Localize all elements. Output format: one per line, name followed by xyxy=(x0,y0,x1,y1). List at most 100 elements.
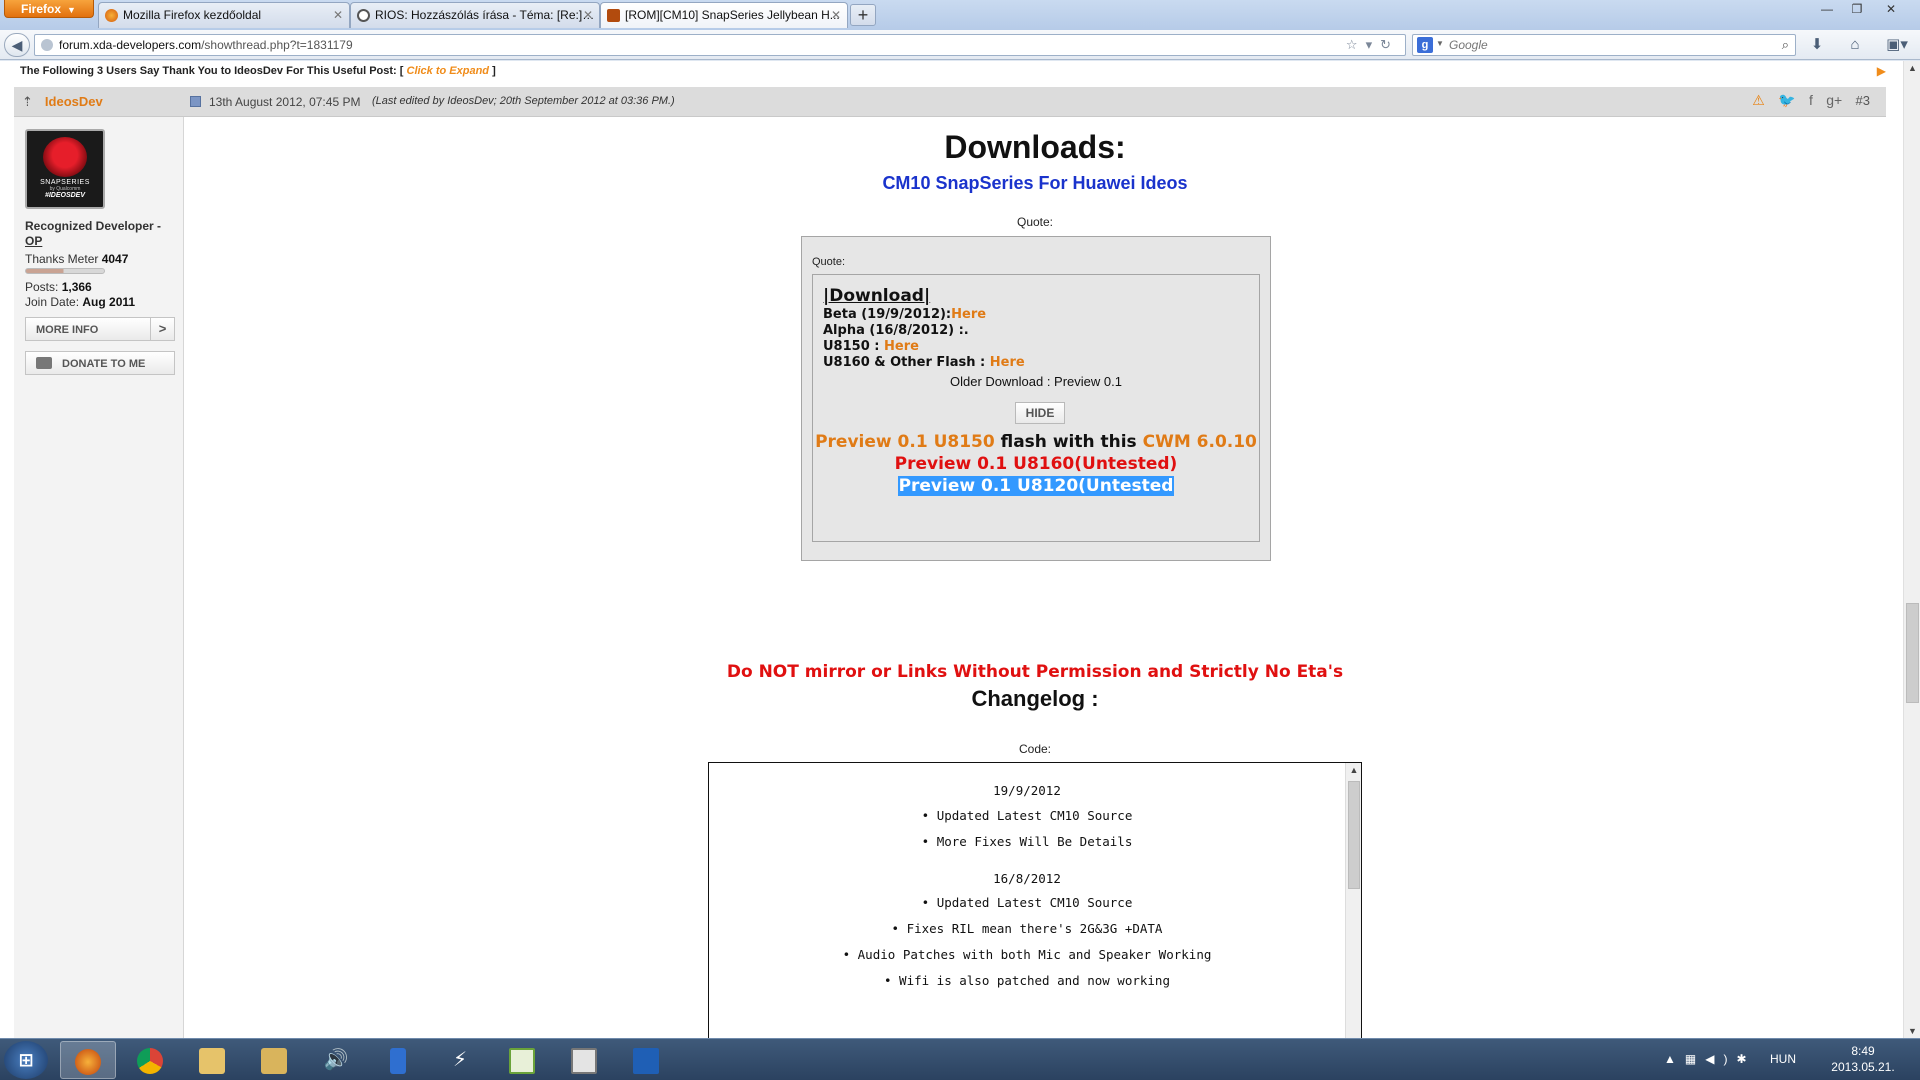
avatar-tag: #IDEOSDEV xyxy=(44,192,86,199)
post-tools: ⚠ 🐦 f g+ #3 xyxy=(1742,92,1870,109)
online-status-icon: ⇡ xyxy=(22,94,33,109)
thanks-meter-bar xyxy=(25,268,105,274)
volume-icon[interactable]: ◀) xyxy=(1705,1052,1736,1066)
thanks-meter-value: 4047 xyxy=(101,252,129,266)
phone-icon xyxy=(390,1047,406,1074)
donate-button[interactable]: DONATE TO ME xyxy=(25,351,175,375)
firefox-menu-button[interactable]: Firefox ▼ xyxy=(4,0,94,18)
google-plus-icon[interactable]: g+ xyxy=(1826,92,1842,108)
taskbar-flash-tool[interactable]: ⚡ xyxy=(432,1041,488,1079)
firefox-icon xyxy=(105,9,118,22)
changelog-code-box[interactable]: 19/9/2012 • Updated Latest CM10 Source •… xyxy=(708,762,1362,1038)
folder-icon xyxy=(199,1047,225,1074)
facebook-icon[interactable]: f xyxy=(1809,92,1813,108)
bookmark-star-icon[interactable]: ☆ xyxy=(1346,37,1366,52)
taskbar-monitor[interactable] xyxy=(494,1041,550,1079)
preview-u8120-line: Preview 0.1 U8120(Untested xyxy=(813,476,1259,496)
xda-icon xyxy=(607,9,620,22)
u8160-download-link[interactable]: Here xyxy=(990,355,1025,370)
taskbar-files[interactable] xyxy=(246,1041,302,1079)
code-line: 16/8/2012 xyxy=(993,871,1061,886)
restore-icon[interactable]: ❐ xyxy=(1844,2,1870,18)
url-bar[interactable]: forum.xda-developers.com/showthread.php?… xyxy=(34,34,1406,56)
thanks-bar: The Following 3 Users Say Thank You to I… xyxy=(0,61,1900,81)
chevron-down-icon[interactable]: ▼ xyxy=(1436,39,1444,48)
scroll-up-icon[interactable]: ▲ xyxy=(1346,765,1361,775)
preview-u8150-link[interactable]: Preview 0.1 U8150 xyxy=(815,432,995,452)
google-engine-icon[interactable]: g xyxy=(1417,37,1433,53)
taskbar-phone-manager[interactable] xyxy=(370,1041,426,1079)
post-number[interactable]: #3 xyxy=(1856,93,1870,108)
start-button[interactable]: ⊞ xyxy=(4,1041,48,1079)
taskbar-window-app[interactable] xyxy=(556,1041,612,1079)
clock[interactable]: 8:49 2013.05.21. xyxy=(1828,1043,1898,1075)
more-info-button[interactable]: MORE INFO > xyxy=(25,317,175,341)
home-icon[interactable]: ⌂ xyxy=(1844,35,1866,55)
code-scrollbar[interactable]: ▲ ▼ xyxy=(1345,763,1361,1038)
quote-label: Quote: xyxy=(1016,215,1054,229)
language-indicator[interactable]: HUN xyxy=(1770,1052,1796,1066)
downloads-icon[interactable]: ⬇ xyxy=(1806,35,1828,55)
user-title: Recognized Developer - OP xyxy=(25,219,175,249)
site-identity-icon[interactable] xyxy=(41,39,53,51)
taskbar-audio[interactable]: 🔊 xyxy=(308,1041,364,1079)
show-hidden-icons-icon[interactable]: ▲ xyxy=(1664,1052,1685,1066)
post-date: 13th August 2012, 07:45 PM xyxy=(209,95,361,109)
post-body: Downloads: CM10 SnapSeries For Huawei Id… xyxy=(185,117,1885,1038)
taskbar-explorer[interactable] xyxy=(184,1041,240,1079)
tray-icons: ▲▦◀)✱ xyxy=(1664,1052,1756,1066)
taskbar-visual-studio[interactable] xyxy=(618,1041,674,1079)
twitter-icon[interactable]: 🐦 xyxy=(1778,92,1795,109)
thanks-meter-label: Thanks Meter xyxy=(25,252,102,266)
preview-u8120-link[interactable]: Preview 0.1 U8120(Untested xyxy=(897,476,1175,496)
alpha-line: Alpha (16/8/2012) :. xyxy=(823,323,969,338)
search-bar[interactable]: g ▼ Google ⌕ xyxy=(1412,34,1796,56)
reload-icon[interactable]: ↻ xyxy=(1380,37,1399,52)
minimize-icon[interactable]: — xyxy=(1814,2,1840,18)
report-icon[interactable]: ⚠ xyxy=(1752,92,1765,109)
preview-u8160-link[interactable]: Preview 0.1 U8160(Untested) xyxy=(813,454,1259,474)
close-icon[interactable]: ✕ xyxy=(831,8,841,22)
history-dropdown-icon[interactable]: ▾ xyxy=(1366,37,1381,52)
clock-time: 8:49 xyxy=(1851,1044,1875,1058)
beta-download-link[interactable]: Here xyxy=(951,307,986,322)
close-window-icon[interactable]: ✕ xyxy=(1878,2,1904,18)
new-tab-button[interactable]: + xyxy=(850,4,876,26)
avatar[interactable]: SNAPSERIES by Qualcomm #IDEOSDEV xyxy=(25,129,105,209)
scroll-down-icon[interactable]: ▼ xyxy=(1904,1026,1920,1036)
author-name[interactable]: IdeosDev xyxy=(45,94,103,109)
code-line: • Updated Latest CM10 Source xyxy=(921,808,1133,823)
navigation-bar: ◀ forum.xda-developers.com/showthread.ph… xyxy=(0,30,1920,60)
bluetooth-icon[interactable]: ✱ xyxy=(1736,1052,1755,1066)
collapse-arrow-icon[interactable]: ▶ xyxy=(1877,64,1886,78)
scroll-up-icon[interactable]: ▲ xyxy=(1904,63,1920,73)
code-scroll-thumb[interactable] xyxy=(1348,781,1360,889)
taskbar-firefox[interactable] xyxy=(60,1041,116,1079)
url-host: forum.xda-developers.com xyxy=(59,38,202,52)
close-icon[interactable]: ✕ xyxy=(333,8,343,22)
page-scroll-thumb[interactable] xyxy=(1906,603,1919,703)
close-icon[interactable]: ✕ xyxy=(583,8,593,22)
user-sidebar: SNAPSERIES by Qualcomm #IDEOSDEV Recogni… xyxy=(14,117,184,1038)
hide-button[interactable]: HIDE xyxy=(1015,402,1065,424)
addon-menu-icon[interactable]: ▣▾ xyxy=(1880,35,1914,55)
click-to-expand-link[interactable]: Click to Expand xyxy=(407,65,490,77)
back-arrow-icon: ◀ xyxy=(11,37,23,53)
page-scrollbar[interactable]: ▲ ▼ xyxy=(1903,61,1920,1038)
thanks-text: The Following 3 Users Say Thank You to I… xyxy=(20,65,407,77)
taskbar-chrome[interactable] xyxy=(122,1041,178,1079)
tab-rios[interactable]: RIOS: Hozzászólás írása - Téma: [Re:] ..… xyxy=(350,2,600,28)
network-icon[interactable]: ▦ xyxy=(1685,1052,1705,1066)
search-icon[interactable]: ⌕ xyxy=(1782,37,1789,53)
lightning-icon: ⚡ xyxy=(452,1049,468,1071)
tab-xda-rom[interactable]: [ROM][CM10] SnapSeries Jellybean H... ✕ xyxy=(600,2,848,28)
cwm-link[interactable]: CWM 6.0.10 xyxy=(1143,432,1257,452)
avatar-brand: SNAPSERIES xyxy=(40,179,90,186)
more-info-chevron[interactable]: > xyxy=(150,318,174,340)
u8150-download-link[interactable]: Here xyxy=(884,339,919,354)
tab-firefox-start[interactable]: Mozilla Firefox kezdőoldal ✕ xyxy=(98,2,350,28)
preview-u8150-line: Preview 0.1 U8150 flash with this CWM 6.… xyxy=(813,432,1259,452)
clock-date: 2013.05.21. xyxy=(1831,1060,1895,1074)
back-button[interactable]: ◀ xyxy=(4,33,30,57)
thanks-meter: Thanks Meter 4047 xyxy=(25,252,128,266)
